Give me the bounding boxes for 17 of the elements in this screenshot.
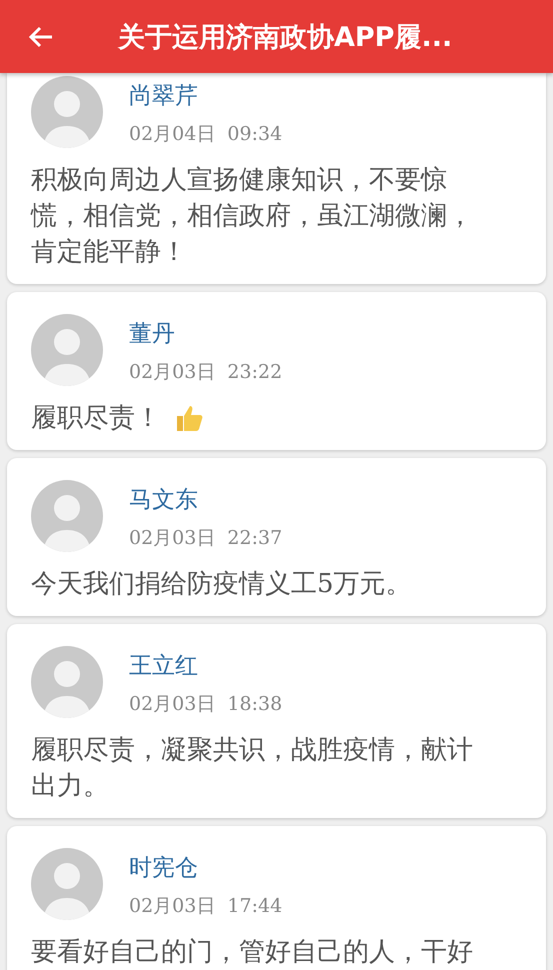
- comment-text: 积极向周边人宣扬健康知识，不要惊慌，相信党，相信政府，虽江湖微澜，肯定能平静！: [31, 164, 474, 269]
- post-time: 02月03日 18:38: [129, 692, 282, 717]
- post-time: 02月04日 09:34: [129, 122, 282, 147]
- page-title: 关于运用济南政协APP履...: [118, 20, 452, 54]
- post-time: 02月03日 22:37: [129, 526, 282, 551]
- back-arrow-icon: [28, 26, 54, 48]
- user-name: 时宪仓: [129, 854, 199, 883]
- comment-text: 要看好自己的门，管好自己的人，干好: [31, 936, 473, 969]
- user-name: 王立红: [129, 652, 199, 681]
- comment-text: 履职尽责，凝聚共识，战胜疫情，献计出力。: [31, 734, 474, 803]
- post-time: 02月03日 23:22: [129, 360, 282, 385]
- user-name: 尚翠芹: [129, 82, 199, 111]
- post-time: 02月03日 17:44: [129, 894, 282, 919]
- comment-text: 今天我们捐给防疫情义工5万元。: [31, 568, 412, 601]
- comment-text: 履职尽责！: [31, 402, 161, 435]
- user-name: 马文东: [129, 486, 199, 515]
- user-name: 董丹: [129, 320, 176, 349]
